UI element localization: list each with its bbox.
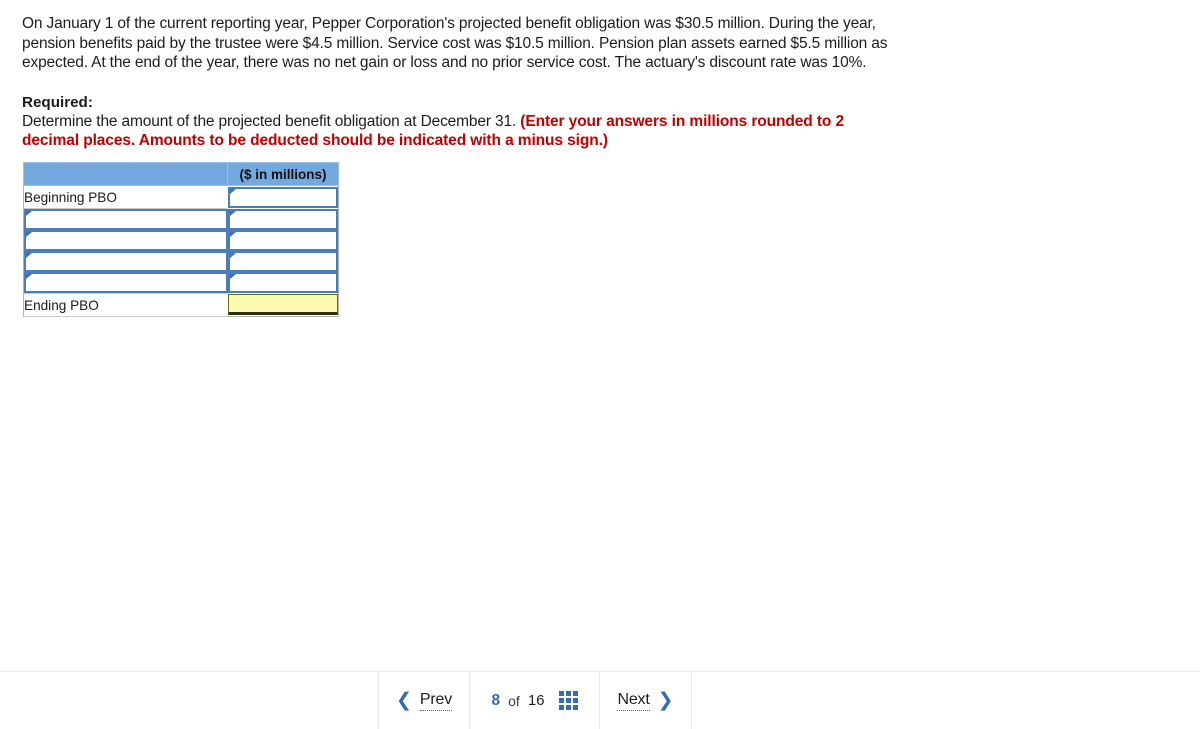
grid-cell — [565, 698, 571, 703]
row-label-ending-pbo: Ending PBO — [23, 293, 228, 317]
required-block: Required: Determine the amount of the pr… — [22, 93, 902, 151]
grid-menu-icon[interactable] — [558, 691, 578, 710]
cell-corner-marker-icon — [229, 274, 236, 280]
grid-cell — [558, 691, 564, 696]
bottom-navigation-bar: ❮ Prev 8 of 16 Next ❯ — [0, 671, 1200, 729]
answer-table-wrapper: ($ in millions) Beginning PBO Ending PBO — [23, 162, 339, 317]
value-input-2[interactable] — [229, 232, 336, 249]
value-input-ending-pbo[interactable] — [228, 295, 337, 313]
cell-corner-marker-icon — [229, 232, 236, 237]
value-input-cell-3[interactable] — [227, 251, 338, 272]
value-input-cell-1[interactable] — [227, 208, 338, 230]
row-value-cell — [227, 186, 339, 209]
table-row: Beginning PBO — [23, 185, 339, 209]
grid-cell — [558, 705, 564, 710]
row-value-cell — [227, 208, 339, 231]
label-select-cell-2[interactable] — [24, 230, 228, 251]
next-label: Next — [617, 691, 650, 711]
row-label-cell — [24, 251, 228, 272]
cell-corner-marker-icon — [229, 253, 236, 258]
cell-corner-marker-icon — [26, 253, 32, 258]
grid-cell — [572, 705, 578, 710]
problem-statement: On January 1 of the current reporting ye… — [22, 15, 888, 71]
value-input-3[interactable] — [229, 253, 336, 270]
next-button[interactable]: Next ❯ — [600, 672, 692, 729]
value-input-cell-2[interactable] — [227, 230, 338, 251]
table-row — [24, 230, 339, 251]
chevron-right-icon: ❯ — [657, 690, 674, 711]
row-label-cell — [24, 209, 228, 230]
chevron-left-icon: ❮ — [395, 690, 412, 711]
cell-corner-marker-icon — [26, 211, 32, 216]
row-label-cell — [24, 230, 228, 251]
grid-cell — [572, 691, 578, 696]
required-instruction: Determine the amount of the projected be… — [22, 112, 521, 130]
page-current: 8 — [491, 691, 501, 709]
answer-table: ($ in millions) Beginning PBO Ending PBO — [23, 162, 339, 317]
table-row — [24, 272, 339, 294]
row-value-cell — [227, 230, 339, 251]
page-of-label: of — [508, 692, 520, 709]
table-row: Ending PBO — [23, 293, 339, 317]
cell-corner-marker-icon — [229, 210, 236, 216]
question-content: On January 1 of the current reporting ye… — [0, 0, 1200, 151]
grid-cell — [572, 698, 578, 703]
cell-corner-marker-icon — [26, 232, 32, 237]
required-instruction-line: Determine the amount of the projected be… — [22, 112, 902, 151]
prev-button[interactable]: ❮ Prev — [378, 672, 470, 729]
grid-cell — [565, 705, 571, 710]
grid-cell — [565, 691, 571, 696]
cell-corner-marker-icon — [26, 274, 32, 279]
label-select-cell-3[interactable] — [24, 251, 228, 272]
row-value-cell — [227, 272, 339, 294]
required-heading: Required: — [22, 93, 93, 111]
pagination-group: ❮ Prev 8 of 16 Next ❯ — [378, 672, 692, 729]
label-input-4[interactable] — [26, 274, 226, 291]
table-header-row: ($ in millions) — [23, 162, 339, 186]
table-row — [24, 208, 339, 231]
table-row — [24, 251, 339, 272]
prev-label: Prev — [419, 691, 452, 711]
table-header-blank — [23, 162, 228, 186]
label-select-cell-1[interactable] — [24, 209, 228, 230]
page-total: 16 — [527, 692, 545, 709]
row-label-cell — [24, 272, 228, 294]
value-input-4[interactable] — [229, 274, 336, 292]
label-select-cell-4[interactable] — [24, 272, 228, 293]
label-input-2[interactable] — [26, 232, 226, 249]
value-input-cell[interactable] — [227, 186, 338, 208]
value-input-1[interactable] — [229, 210, 336, 228]
value-input-cell-4[interactable] — [227, 272, 338, 294]
value-input-beginning-pbo[interactable] — [229, 188, 336, 206]
table-header-units: ($ in millions) — [227, 162, 339, 186]
grid-cell — [558, 698, 564, 703]
label-input-1[interactable] — [26, 211, 226, 228]
row-total-cell — [227, 294, 339, 317]
row-label-beginning-pbo: Beginning PBO — [23, 185, 228, 209]
page-indicator[interactable]: 8 of 16 — [470, 672, 600, 729]
label-input-3[interactable] — [26, 253, 226, 270]
total-value-cell[interactable] — [227, 294, 338, 316]
row-value-cell — [227, 251, 339, 272]
cell-corner-marker-icon — [229, 188, 236, 194]
